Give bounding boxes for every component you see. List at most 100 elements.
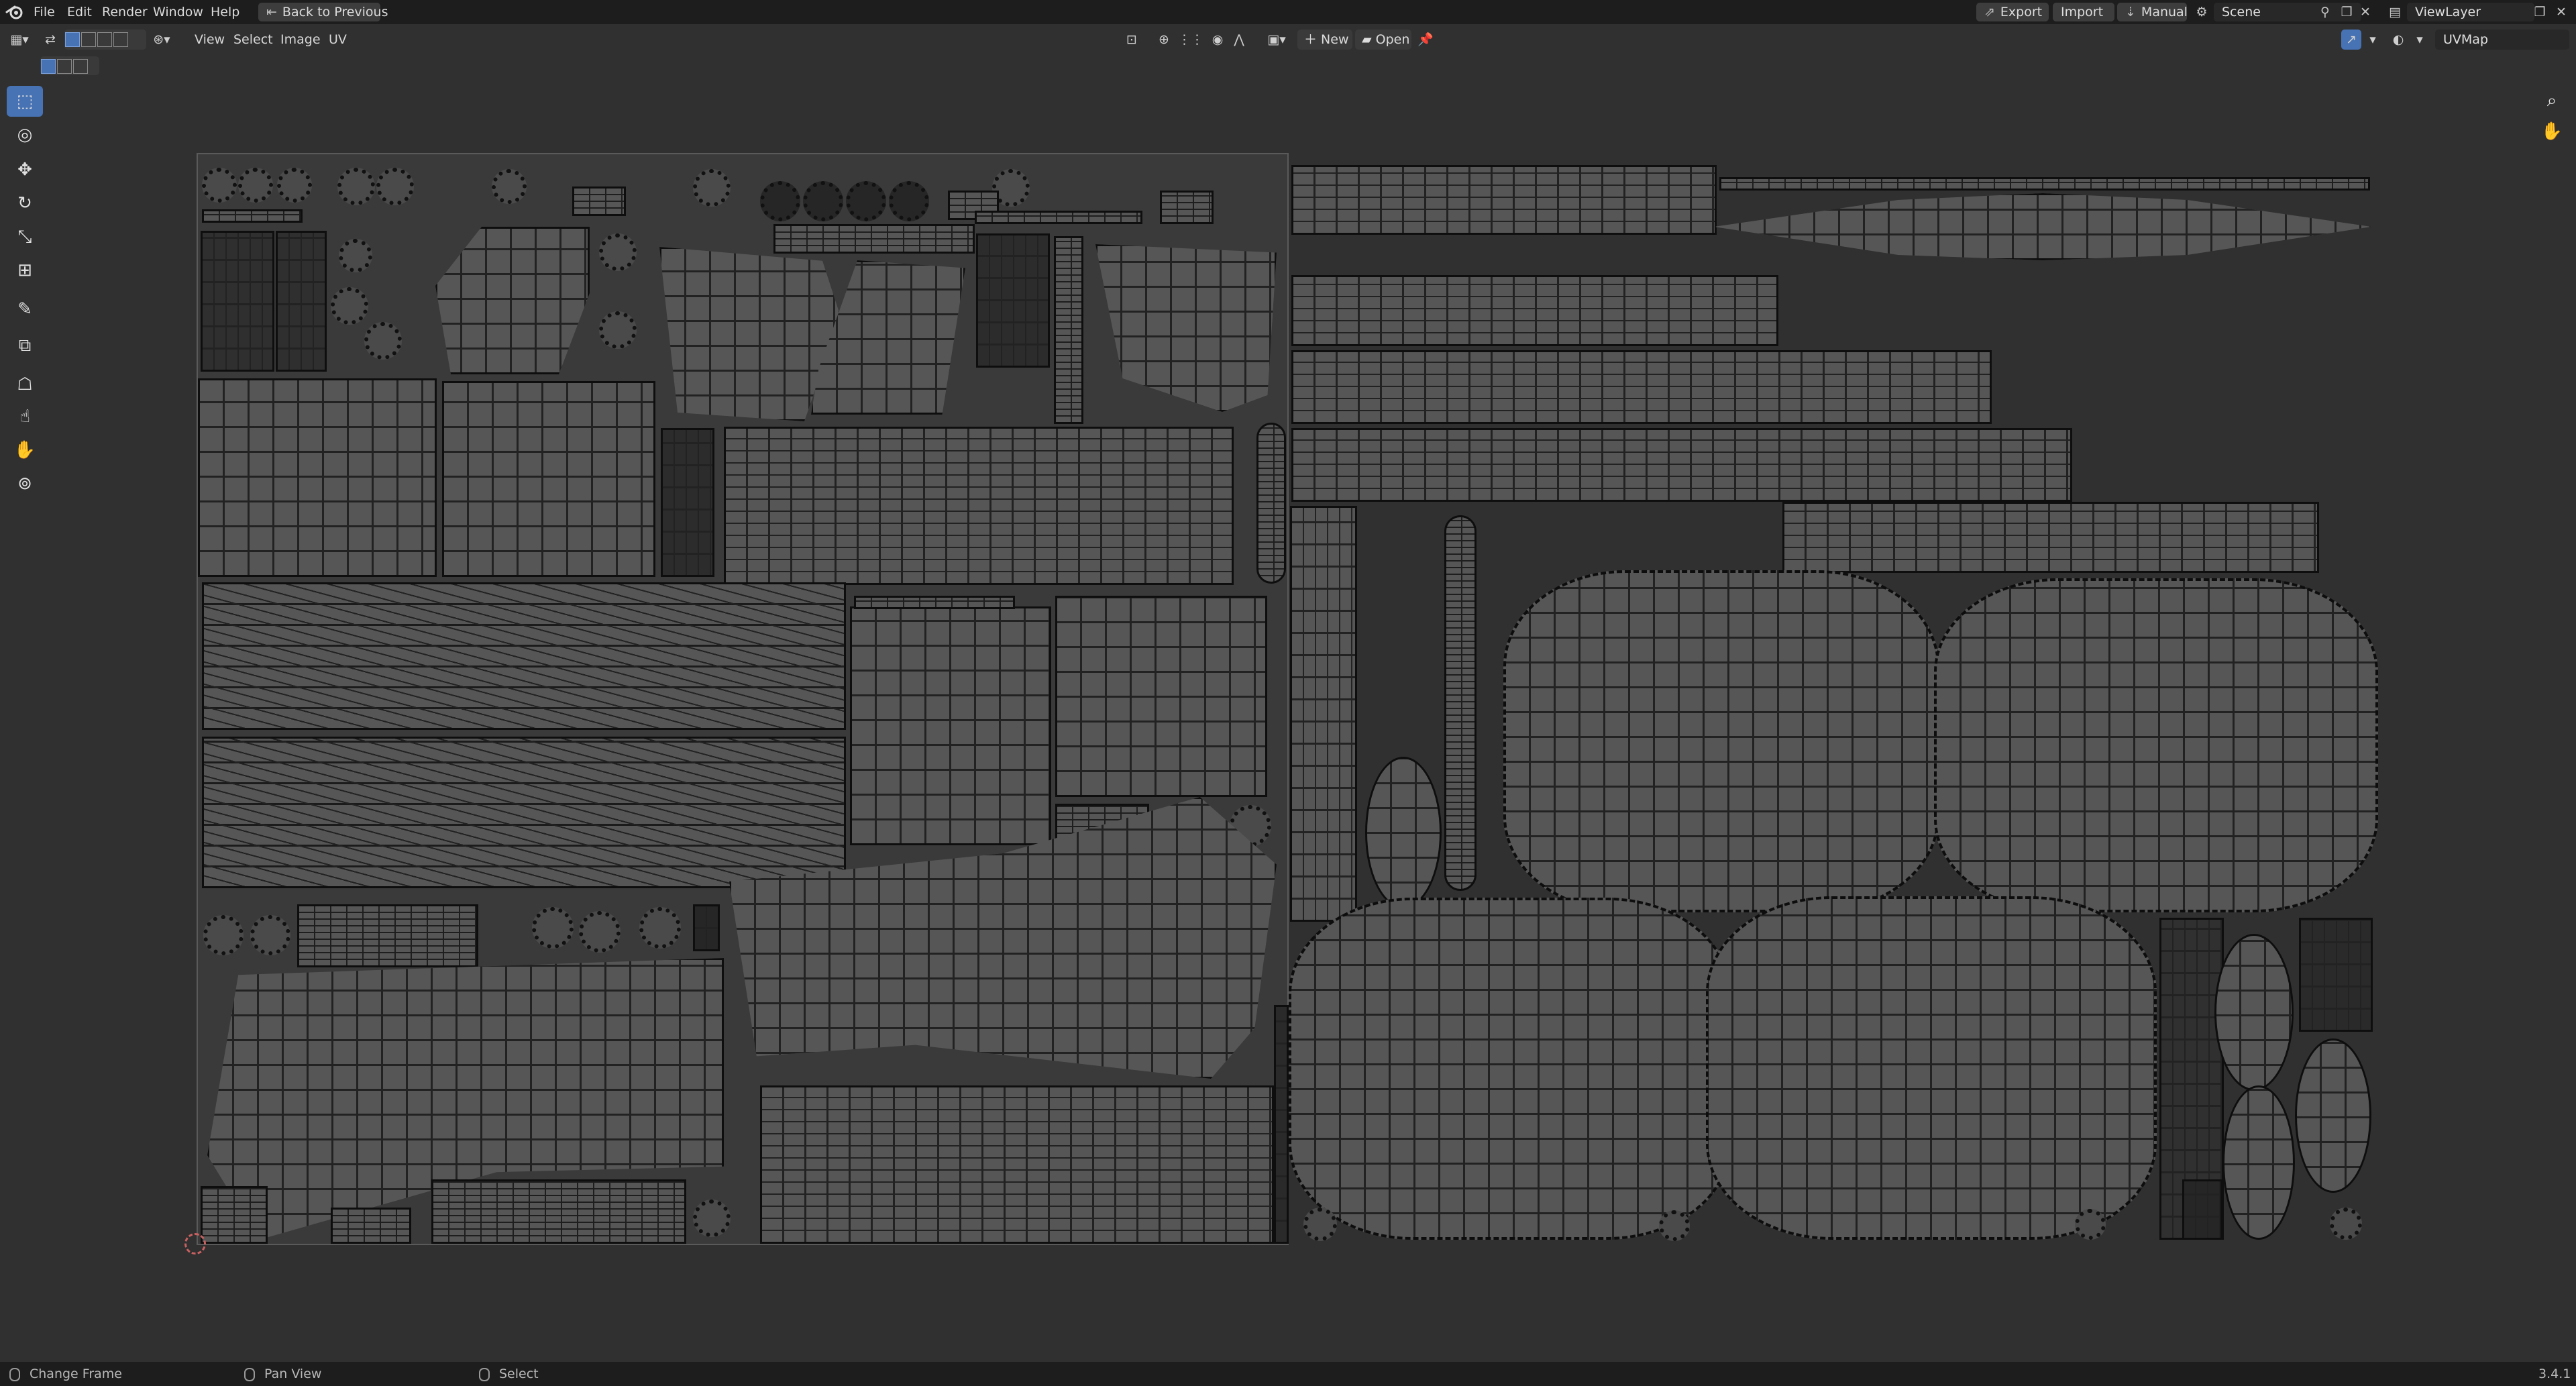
annotate-tool[interactable]: ✎	[7, 294, 43, 325]
pivot-point-icon[interactable]: ⊡	[1122, 30, 1142, 50]
uv-island[interactable]	[773, 224, 975, 254]
pin-scene-icon[interactable]: ⚲	[2316, 3, 2334, 21]
relax-tool[interactable]: ☝	[7, 401, 43, 432]
uv-island[interactable]	[364, 322, 402, 360]
rotate-tool[interactable]: ↻	[7, 188, 43, 219]
uv-island[interactable]	[201, 1186, 268, 1244]
uv-island[interactable]	[201, 231, 274, 372]
uv-island[interactable]	[1291, 350, 1992, 424]
manual-button[interactable]: ⇣ Manual	[2117, 3, 2188, 21]
menu-render[interactable]: Render	[95, 0, 154, 24]
scene-icon[interactable]: ⚙	[2192, 3, 2211, 21]
uv-island[interactable]	[202, 168, 237, 203]
uv-island[interactable]	[2075, 1209, 2106, 1240]
menu-select[interactable]: Select	[228, 30, 278, 50]
uv-island[interactable]	[339, 239, 372, 272]
uv-island[interactable]	[1365, 757, 1442, 908]
uv-island[interactable]	[331, 287, 368, 325]
menu-help[interactable]: Help	[204, 0, 246, 24]
uv-island[interactable]	[661, 428, 714, 577]
view-layer-icon[interactable]: ▤	[2385, 3, 2404, 21]
blender-logo-icon[interactable]	[5, 3, 24, 21]
display-edges-icon[interactable]	[73, 59, 88, 74]
uv-island[interactable]	[492, 169, 527, 204]
image-browse-icon[interactable]: ▣▾	[1267, 30, 1287, 50]
uv-island[interactable]	[693, 904, 720, 951]
falloff-icon[interactable]: ⋀	[1229, 30, 1249, 50]
uv-island[interactable]	[1274, 1005, 1289, 1244]
uv-island[interactable]	[572, 186, 626, 216]
menu-window[interactable]: Window	[146, 0, 210, 24]
pan-view-icon[interactable]: ✋	[2538, 118, 2565, 145]
uv-island[interactable]	[724, 427, 1234, 585]
uv-island[interactable]	[1719, 177, 2370, 191]
uv-island[interactable]	[693, 1200, 731, 1237]
transform-tool[interactable]: ⊞	[7, 255, 43, 286]
gizmo-toggle-icon[interactable]: ↗	[2341, 30, 2361, 50]
overlay-toggle-icon[interactable]: ◐	[2388, 30, 2408, 50]
menu-uv[interactable]: UV	[323, 30, 352, 50]
uv-island[interactable]	[202, 209, 303, 223]
close-view-layer-icon[interactable]: ✕	[2552, 3, 2571, 21]
uv-island[interactable]	[976, 233, 1050, 368]
gizmo-dropdown-icon[interactable]: ▾	[2363, 30, 2383, 50]
grab-tool[interactable]: ☖	[7, 369, 43, 400]
sample-tool[interactable]: ⊚	[7, 468, 43, 499]
overlay-dropdown-icon[interactable]: ▾	[2410, 30, 2430, 50]
uv-island[interactable]	[277, 168, 312, 203]
menu-edit[interactable]: Edit	[60, 0, 99, 24]
menu-image[interactable]: Image	[275, 30, 326, 50]
sync-selection-icon[interactable]: ⇄	[40, 30, 60, 50]
select-box-tool[interactable]: ⬚	[7, 86, 43, 117]
2d-cursor-icon[interactable]	[184, 1233, 206, 1255]
uv-island[interactable]	[203, 915, 244, 955]
new-view-layer-icon[interactable]: ❐	[2530, 3, 2549, 21]
proportional-editing-icon[interactable]: ◉	[1208, 30, 1228, 50]
uv-island[interactable]	[276, 231, 327, 372]
select-mode-group[interactable]	[64, 30, 146, 50]
snap-target-icon[interactable]: ⋮⋮	[1178, 30, 1203, 50]
uv-island[interactable]	[1303, 1208, 1337, 1241]
uv-island[interactable]	[1160, 191, 1214, 224]
uv-map-selector[interactable]: UVMap	[2435, 30, 2569, 50]
uv-island[interactable]	[846, 181, 886, 221]
uv-island[interactable]	[202, 737, 846, 888]
uv-island[interactable]	[337, 168, 375, 205]
uv-island[interactable]	[297, 904, 478, 967]
uv-island[interactable]	[803, 181, 843, 221]
uv-island[interactable]	[1290, 506, 1357, 922]
snap-icon[interactable]: ⊕	[1154, 30, 1174, 50]
uv-island[interactable]	[1444, 515, 1477, 891]
uv-island[interactable]	[850, 606, 1051, 845]
uv-island[interactable]	[2299, 918, 2373, 1032]
uv-island[interactable]	[854, 596, 1015, 609]
uv-island[interactable]	[2295, 1038, 2371, 1193]
uv-island[interactable]	[250, 915, 290, 955]
uv-display-toggles[interactable]	[40, 56, 99, 75]
pin-image-icon[interactable]: 📌	[1415, 30, 1436, 50]
back-to-previous-button[interactable]: ⇤ Back to Previous	[258, 3, 388, 21]
uv-island[interactable]	[198, 378, 437, 577]
edge-select-icon[interactable]	[81, 32, 96, 47]
uv-island[interactable]	[975, 211, 1142, 224]
display-faces-icon[interactable]	[57, 59, 72, 74]
export-button[interactable]: ⇗ Export	[1976, 3, 2049, 21]
face-select-icon[interactable]	[97, 32, 112, 47]
display-stretch-icon[interactable]	[41, 59, 56, 74]
uv-viewport[interactable]	[184, 153, 2378, 1255]
uv-island[interactable]	[579, 911, 621, 953]
vertex-select-icon[interactable]	[65, 32, 80, 47]
uv-island[interactable]	[238, 168, 273, 203]
uv-island[interactable]	[1714, 193, 2371, 260]
menu-view[interactable]: View	[189, 30, 230, 50]
scale-tool[interactable]: ⤡	[7, 221, 43, 252]
uv-island[interactable]	[1659, 1210, 1690, 1241]
uv-island[interactable]	[331, 1208, 411, 1244]
uv-island[interactable]	[2214, 934, 2294, 1091]
uv-island[interactable]	[889, 181, 929, 221]
rip-region-tool[interactable]: ⧉	[7, 330, 43, 361]
uv-island[interactable]	[2182, 1179, 2222, 1240]
uv-island[interactable]	[442, 381, 655, 577]
uv-island[interactable]	[599, 233, 637, 271]
pinch-tool[interactable]: ✋	[7, 435, 43, 466]
